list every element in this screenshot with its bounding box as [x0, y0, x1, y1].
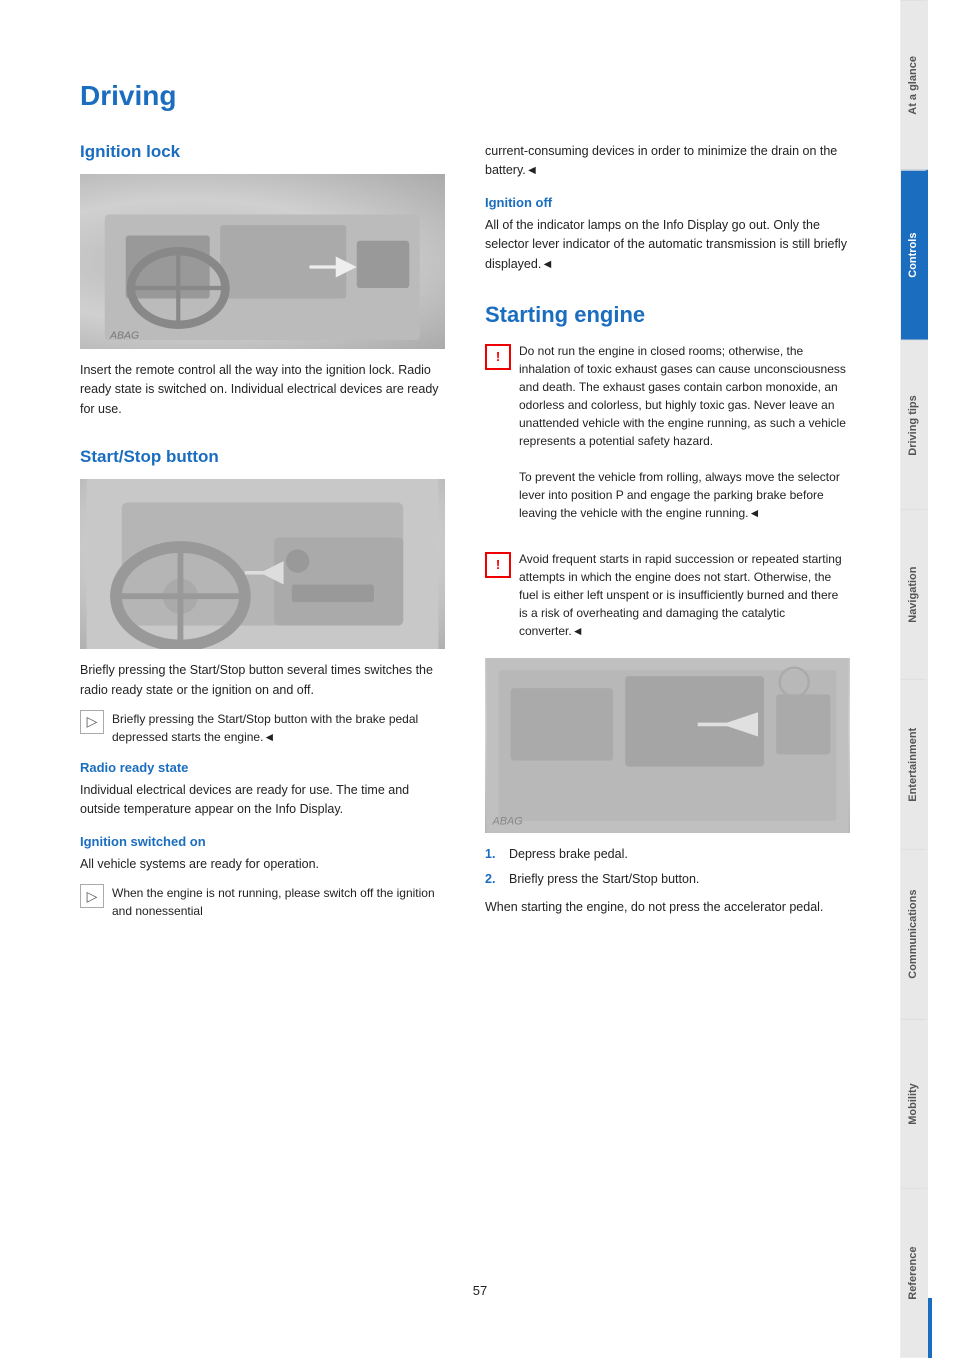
- sidebar-tab-mobility[interactable]: Mobility: [901, 1019, 928, 1189]
- sidebar-tab-mobility-label: Mobility: [907, 1083, 919, 1125]
- step-2-number: 2.: [485, 870, 501, 889]
- note-arrow-icon: ▷: [80, 710, 104, 734]
- step-2: 2. Briefly press the Start/Stop button.: [485, 870, 850, 889]
- sidebar-tab-reference[interactable]: Reference: [901, 1188, 928, 1358]
- page-title: Driving: [80, 80, 850, 112]
- radio-ready-heading: Radio ready state: [80, 760, 445, 775]
- start-stop-heading: Start/Stop button: [80, 447, 445, 467]
- steps-list: 1. Depress brake pedal. 2. Briefly press…: [485, 845, 850, 889]
- sidebar-tab-controls-label: Controls: [907, 233, 919, 278]
- ignition-on-note-text: When the engine is not running, please s…: [112, 884, 445, 920]
- sidebar-tab-navigation-label: Navigation: [907, 567, 919, 623]
- step-1-number: 1.: [485, 845, 501, 864]
- main-content: Driving Ignition lock: [0, 0, 900, 1358]
- start-stop-note: ▷ Briefly pressing the Start/Stop button…: [80, 710, 445, 746]
- start-stop-body: Briefly pressing the Start/Stop button s…: [80, 661, 445, 700]
- ignition-on-heading: Ignition switched on: [80, 834, 445, 849]
- sidebar-tab-entertainment-label: Entertainment: [907, 727, 919, 801]
- warning-icon-1: !: [485, 344, 511, 370]
- ignition-on-body: All vehicle systems are ready for operat…: [80, 855, 445, 874]
- sidebar: At a glance Controls Driving tips Naviga…: [900, 0, 928, 1358]
- two-column-layout: Ignition lock: [80, 142, 850, 930]
- sidebar-tab-communications-label: Communications: [907, 890, 919, 979]
- ignition-lock-body: Insert the remote control all the way in…: [80, 361, 445, 419]
- start-stop-note-text: Briefly pressing the Start/Stop button w…: [112, 710, 445, 746]
- sidebar-tab-entertainment[interactable]: Entertainment: [901, 679, 928, 849]
- step-2-text: Briefly press the Start/Stop button.: [509, 870, 699, 889]
- sidebar-tab-at-a-glance[interactable]: At a glance: [901, 0, 928, 170]
- svg-text:ABAG: ABAG: [109, 329, 139, 340]
- step-1-text: Depress brake pedal.: [509, 845, 628, 864]
- radio-ready-body: Individual electrical devices are ready …: [80, 781, 445, 820]
- svg-text:ABAG: ABAG: [492, 815, 523, 827]
- warning-box-2: ! Avoid frequent starts in rapid success…: [485, 550, 850, 640]
- warning-text-2: Avoid frequent starts in rapid successio…: [519, 550, 850, 640]
- ignition-off-heading: Ignition off: [485, 195, 850, 210]
- starting-engine-image: ABAG: [485, 658, 850, 833]
- after-steps-text: When starting the engine, do not press t…: [485, 898, 850, 917]
- warning-text-1: Do not run the engine in closed rooms; o…: [519, 342, 850, 522]
- left-column: Ignition lock: [80, 142, 445, 930]
- ignition-off-body: All of the indicator lamps on the Info D…: [485, 216, 850, 274]
- sidebar-tab-navigation[interactable]: Navigation: [901, 509, 928, 679]
- ignition-note-arrow-icon: ▷: [80, 884, 104, 908]
- warning-box-1: ! Do not run the engine in closed rooms;…: [485, 342, 850, 522]
- continuation-text: current-consuming devices in order to mi…: [485, 142, 850, 181]
- sidebar-tab-communications[interactable]: Communications: [901, 849, 928, 1019]
- sidebar-tab-reference-label: Reference: [907, 1247, 919, 1300]
- ignition-lock-image: ABAG: [80, 174, 445, 349]
- ignition-on-note: ▷ When the engine is not running, please…: [80, 884, 445, 920]
- step-1: 1. Depress brake pedal.: [485, 845, 850, 864]
- start-stop-image: [80, 479, 445, 649]
- right-column: current-consuming devices in order to mi…: [485, 142, 850, 930]
- warning-icon-2: !: [485, 552, 511, 578]
- page-marker: [928, 1298, 932, 1358]
- page-number: 57: [473, 1283, 487, 1298]
- sidebar-tab-driving-tips[interactable]: Driving tips: [901, 340, 928, 510]
- sidebar-tab-driving-tips-label: Driving tips: [907, 395, 919, 456]
- sidebar-tab-at-a-glance-label: At a glance: [907, 56, 919, 115]
- ignition-lock-heading: Ignition lock: [80, 142, 445, 162]
- sidebar-tab-controls[interactable]: Controls: [901, 170, 928, 340]
- starting-engine-heading: Starting engine: [485, 302, 850, 328]
